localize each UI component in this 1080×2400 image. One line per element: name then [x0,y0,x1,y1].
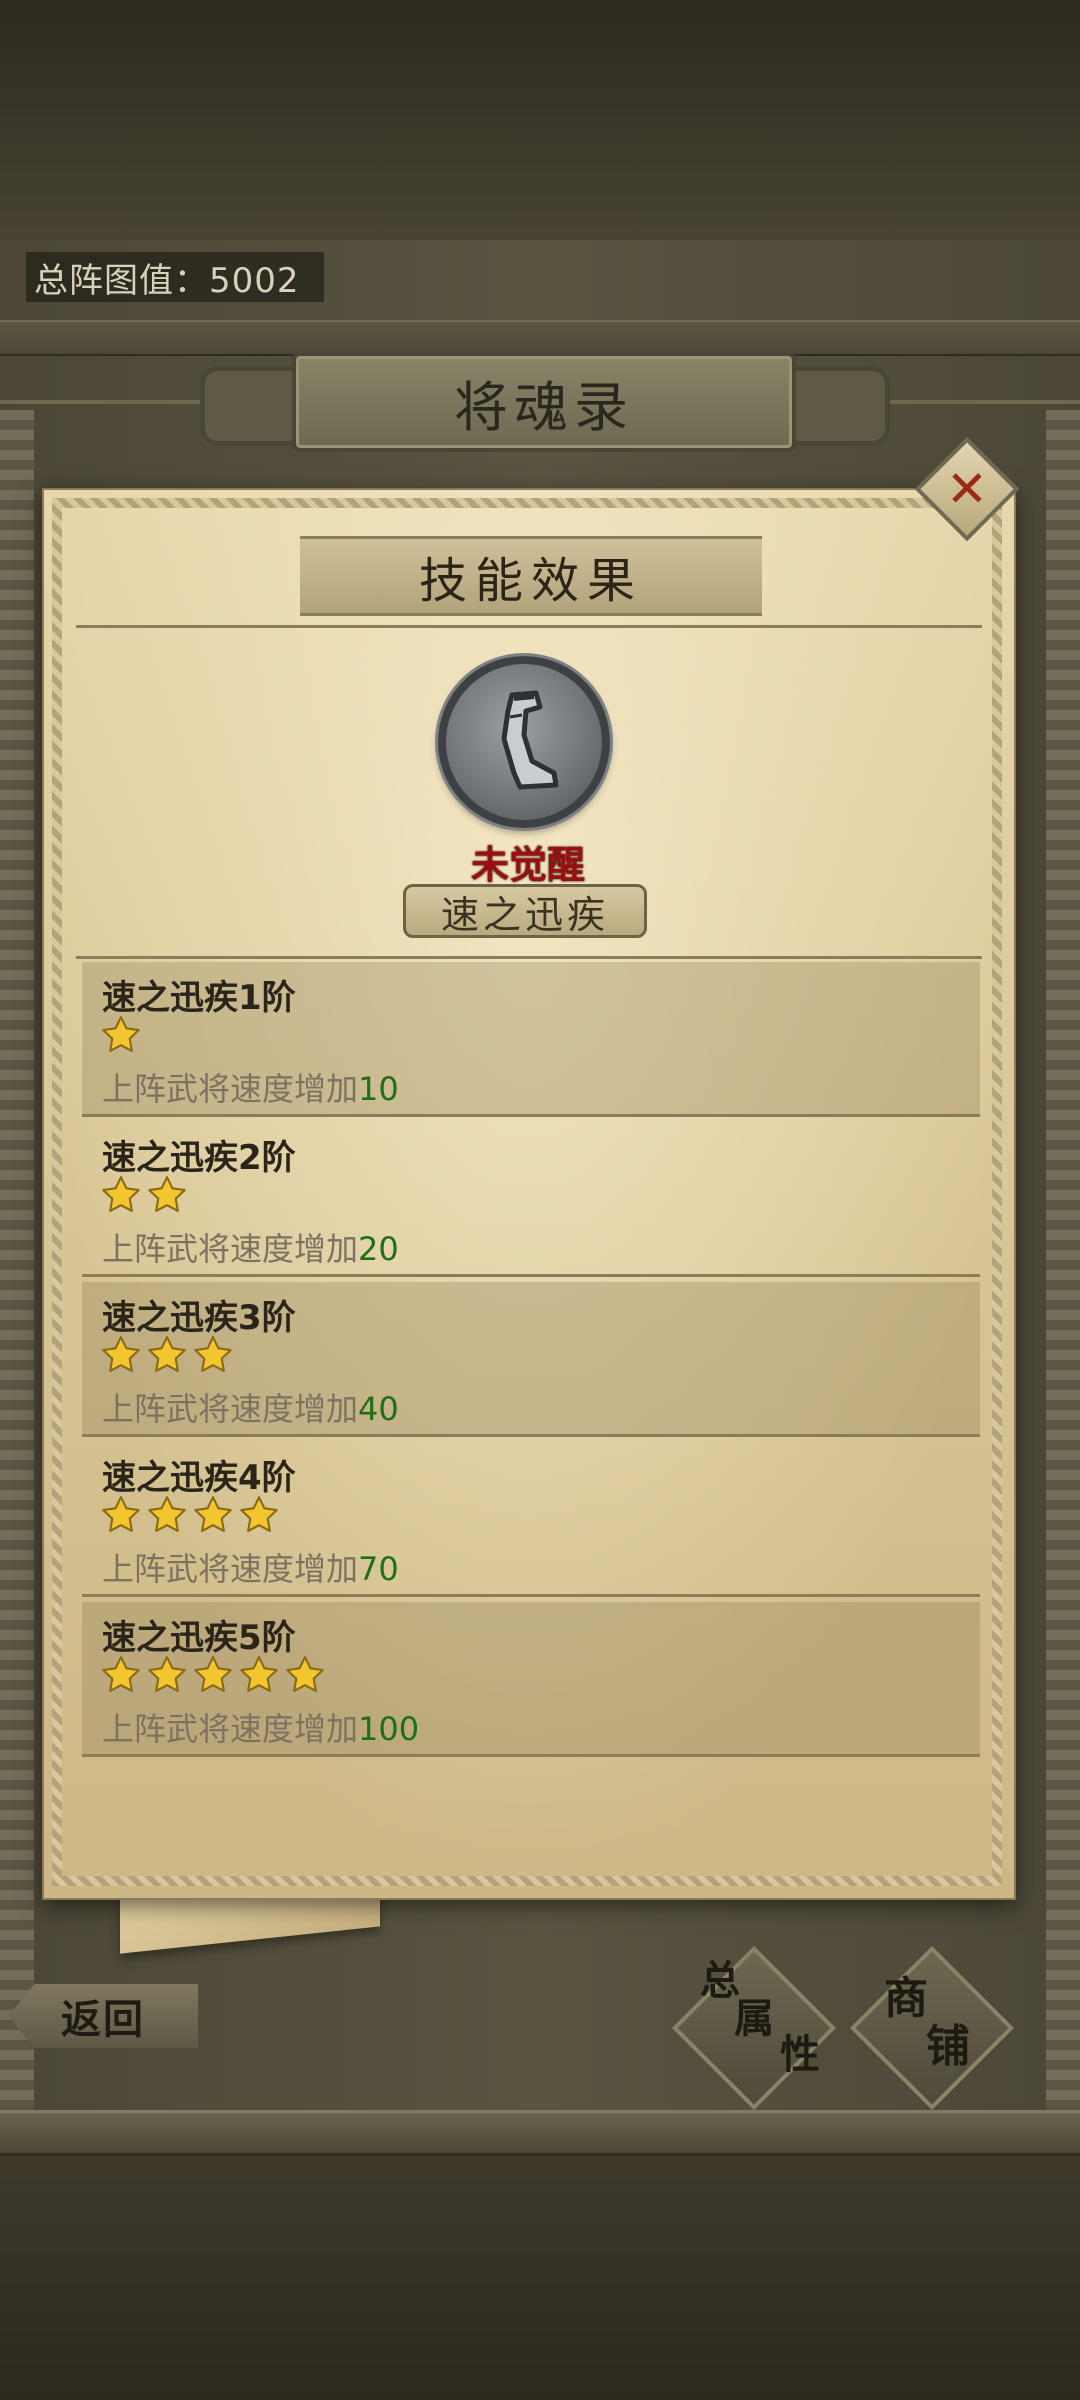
star-icon [102,1016,140,1052]
divider [76,956,982,959]
leg-icon [501,690,559,790]
skill-level-list: 速之迅疾1阶 上阵武将速度增加10 速之迅疾2阶 上阵武将速度增加20 速之迅疾… [82,962,980,1762]
level-description-text: 上阵武将速度增加 [102,1710,359,1748]
left-border-decoration [0,410,34,2110]
total-attributes-label-2: 属 [734,1995,774,2042]
level-description: 上阵武将速度增加70 [102,1544,399,1590]
level-value: 10 [358,1070,399,1108]
level-description: 上阵武将速度增加20 [102,1224,399,1270]
level-value: 100 [358,1710,420,1748]
skill-status: 未觉醒 [470,842,585,887]
star-icon [102,1176,140,1212]
right-border-decoration [1046,410,1080,2110]
list-item: 速之迅疾2阶 上阵武将速度增加20 [82,1122,980,1277]
back-button-label: 返回 [61,1997,145,2043]
star-icon [102,1496,140,1532]
star-icon [148,1336,186,1372]
window-title-banner: 将魂录 [292,352,796,452]
level-title: 速之迅疾3阶 [102,1298,296,1338]
level-description-text: 上阵武将速度增加 [102,1550,359,1588]
level-description: 上阵武将速度增加40 [102,1384,399,1430]
star-rating [100,1014,142,1056]
star-icon [194,1496,232,1532]
star-icon [194,1656,232,1692]
level-value: 40 [358,1390,399,1428]
back-button[interactable]: 返回 [8,1984,198,2048]
star-rating [100,1654,326,1696]
shop-label-1: 商 [884,1973,928,2024]
star-icon [102,1336,140,1372]
skill-name-plate: 速之迅疾 [403,884,647,938]
bottom-background [0,2140,1080,2400]
star-icon [240,1496,278,1532]
header-strip [0,320,1080,356]
star-icon [148,1176,186,1212]
level-description: 上阵武将速度增加100 [102,1704,419,1750]
total-formation-value-text: 总阵图值：5002 [34,260,300,301]
star-rating [100,1494,280,1536]
list-item: 速之迅疾5阶 上阵武将速度增加100 [82,1602,980,1757]
skill-icon [438,656,610,828]
star-icon [240,1656,278,1692]
level-title: 速之迅疾2阶 [102,1138,296,1178]
level-title: 速之迅疾4阶 [102,1458,296,1498]
level-value: 20 [358,1230,399,1268]
skill-name: 速之迅疾 [440,892,609,937]
level-title: 速之迅疾5阶 [102,1618,296,1658]
level-title: 速之迅疾1阶 [102,978,296,1018]
list-item: 速之迅疾4阶 上阵武将速度增加70 [82,1442,980,1597]
total-attributes-label-3: 性 [780,2031,820,2078]
footer-strip [0,2110,1080,2156]
level-value: 70 [358,1550,399,1588]
level-description: 上阵武将速度增加10 [102,1064,399,1110]
close-icon: ✕ [946,460,988,518]
star-icon [148,1496,186,1532]
star-icon [148,1656,186,1692]
list-item: 速之迅疾3阶 上阵武将速度增加40 [82,1282,980,1437]
panel-title-banner: 技能效果 [300,536,762,616]
star-rating [100,1334,234,1376]
divider [76,625,982,628]
shop-label-2: 铺 [926,2021,970,2072]
window-title: 将魂录 [454,375,634,439]
list-item: 速之迅疾1阶 上阵武将速度增加10 [82,962,980,1117]
level-description-text: 上阵武将速度增加 [102,1390,359,1428]
star-icon [102,1656,140,1692]
total-formation-value: 总阵图值：5002 [26,252,324,302]
star-icon [194,1336,232,1372]
level-description-text: 上阵武将速度增加 [102,1230,359,1268]
star-rating [100,1174,188,1216]
panel-title: 技能效果 [418,553,643,609]
top-background [0,0,1080,250]
star-icon [286,1656,324,1692]
level-description-text: 上阵武将速度增加 [102,1070,359,1108]
